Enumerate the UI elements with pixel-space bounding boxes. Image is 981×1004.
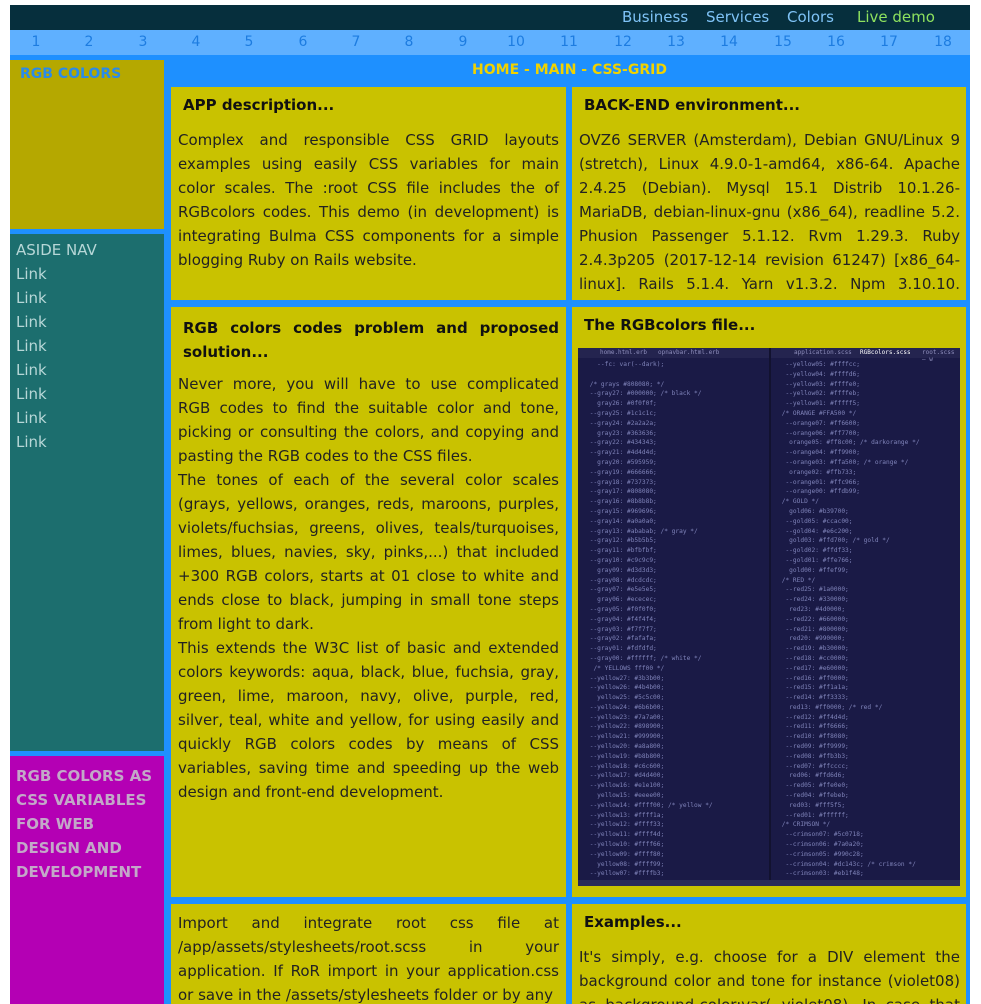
grid-number: 6 — [298, 34, 308, 50]
nav-colors-link[interactable]: Colors — [787, 8, 834, 26]
problem-paragraph: This extends the W3C list of basic and e… — [178, 639, 559, 801]
problem-paragraph: Never more, you will have to use complic… — [178, 375, 559, 465]
aside-nav-link[interactable]: Link — [16, 289, 47, 307]
aside-nav: ASIDE NAV Link Link Link Link Link Link … — [10, 234, 164, 751]
aside-promo-text: RGB COLORS AS CSS VARIABLES FOR WEB DESI… — [16, 767, 153, 881]
top-nav: Business Services Colors Live demo — [10, 5, 970, 30]
app-description-card: APP description... Complex and responsib… — [171, 87, 566, 300]
editor-tab: home.html.erb — [600, 349, 647, 356]
grid-number: 8 — [404, 34, 414, 50]
rgbcolors-file-title: The RGBcolors file... — [584, 316, 756, 334]
aside-nav-link[interactable]: Link — [16, 313, 47, 331]
grid-number: 10 — [507, 34, 525, 50]
nav-live-demo-link[interactable]: Live demo — [857, 8, 935, 26]
editor-tab: opnavbar.html.erb — [658, 349, 720, 356]
grid-number: 12 — [614, 34, 632, 50]
app-description-title: APP description... — [183, 96, 335, 114]
grid-number: 3 — [138, 34, 148, 50]
grid-number: 5 — [244, 34, 254, 50]
grid-number: 14 — [720, 34, 738, 50]
aside-nav-link[interactable]: Link — [16, 361, 47, 379]
import-card: Import and integrate root css file at /a… — [171, 904, 566, 1004]
aside-rgb-colors: RGB COLORS — [10, 60, 164, 229]
aside-promo: RGB COLORS AS CSS VARIABLES FOR WEB DESI… — [10, 756, 164, 1004]
grid-numbers-row: 1 2 3 4 5 6 7 8 9 10 11 12 13 14 15 16 1… — [10, 30, 970, 55]
page-frame: Business Services Colors Live demo 1 2 3… — [10, 5, 970, 1004]
nav-business-link[interactable]: Business — [622, 8, 688, 26]
grid-number: 15 — [774, 34, 792, 50]
pane-divider — [769, 348, 771, 886]
grid-number: 18 — [934, 34, 952, 50]
aside-nav-heading: ASIDE NAV — [16, 241, 97, 259]
backend-card: BACK-END environment... OVZ6 SERVER (Ams… — [572, 87, 966, 300]
examples-text: It's simply, e.g. choose for a DIV eleme… — [579, 948, 960, 1004]
problem-solution-title: RGB colors codes problem and proposed so… — [183, 319, 559, 361]
grid-number: 17 — [880, 34, 898, 50]
problem-solution-text: Never more, you will have to use complic… — [178, 372, 559, 804]
examples-card: Examples... It's simply, e.g. choose for… — [572, 904, 966, 1004]
grid-number: 11 — [560, 34, 578, 50]
editor-tab: application.scss — [794, 349, 852, 356]
aside-nav-link[interactable]: Link — [16, 385, 47, 403]
aside-nav-link[interactable]: Link — [16, 409, 47, 427]
editor-status-bar — [578, 880, 960, 886]
aside-nav-link[interactable]: Link — [16, 433, 47, 451]
problem-paragraph: The tones of each of the several color s… — [178, 471, 559, 633]
aside-nav-link[interactable]: Link — [16, 337, 47, 355]
nav-services-link[interactable]: Services — [706, 8, 769, 26]
code-right-pane: --yellow05: #ffffcc; --yellow04: #ffffd6… — [781, 361, 920, 878]
backend-text: OVZ6 SERVER (Amsterdam), Debian GNU/Linu… — [579, 131, 960, 300]
problem-solution-card: RGB colors codes problem and proposed so… — [171, 307, 566, 897]
grid-number: 13 — [667, 34, 685, 50]
grid-number: 1 — [31, 34, 41, 50]
examples-title: Examples... — [584, 913, 682, 931]
import-text: Import and integrate root css file at /a… — [178, 914, 559, 1004]
code-left-pane: --fc: var(--dark); /* grays #808080; */ … — [589, 361, 713, 878]
grid-number: 7 — [351, 34, 361, 50]
editor-tab-active: RGBcolors.scss — [860, 349, 911, 356]
backend-title: BACK-END environment... — [584, 96, 800, 114]
grid-number: 2 — [84, 34, 94, 50]
aside-nav-link[interactable]: Link — [16, 265, 47, 283]
app-description-text: Complex and responsible CSS GRID layouts… — [178, 131, 559, 269]
rgbcolors-file-card: The RGBcolors file... home.html.erb opna… — [572, 307, 966, 897]
aside-rgb-title: RGB COLORS — [20, 66, 122, 82]
grid-number: 9 — [458, 34, 468, 50]
code-editor-screenshot: home.html.erb opnavbar.html.erb applicat… — [578, 348, 960, 886]
editor-tab: root.scss — w — [922, 349, 955, 363]
grid-number: 16 — [827, 34, 845, 50]
grid-number: 4 — [191, 34, 201, 50]
main-title: HOME - MAIN - CSS-GRID — [472, 62, 667, 78]
